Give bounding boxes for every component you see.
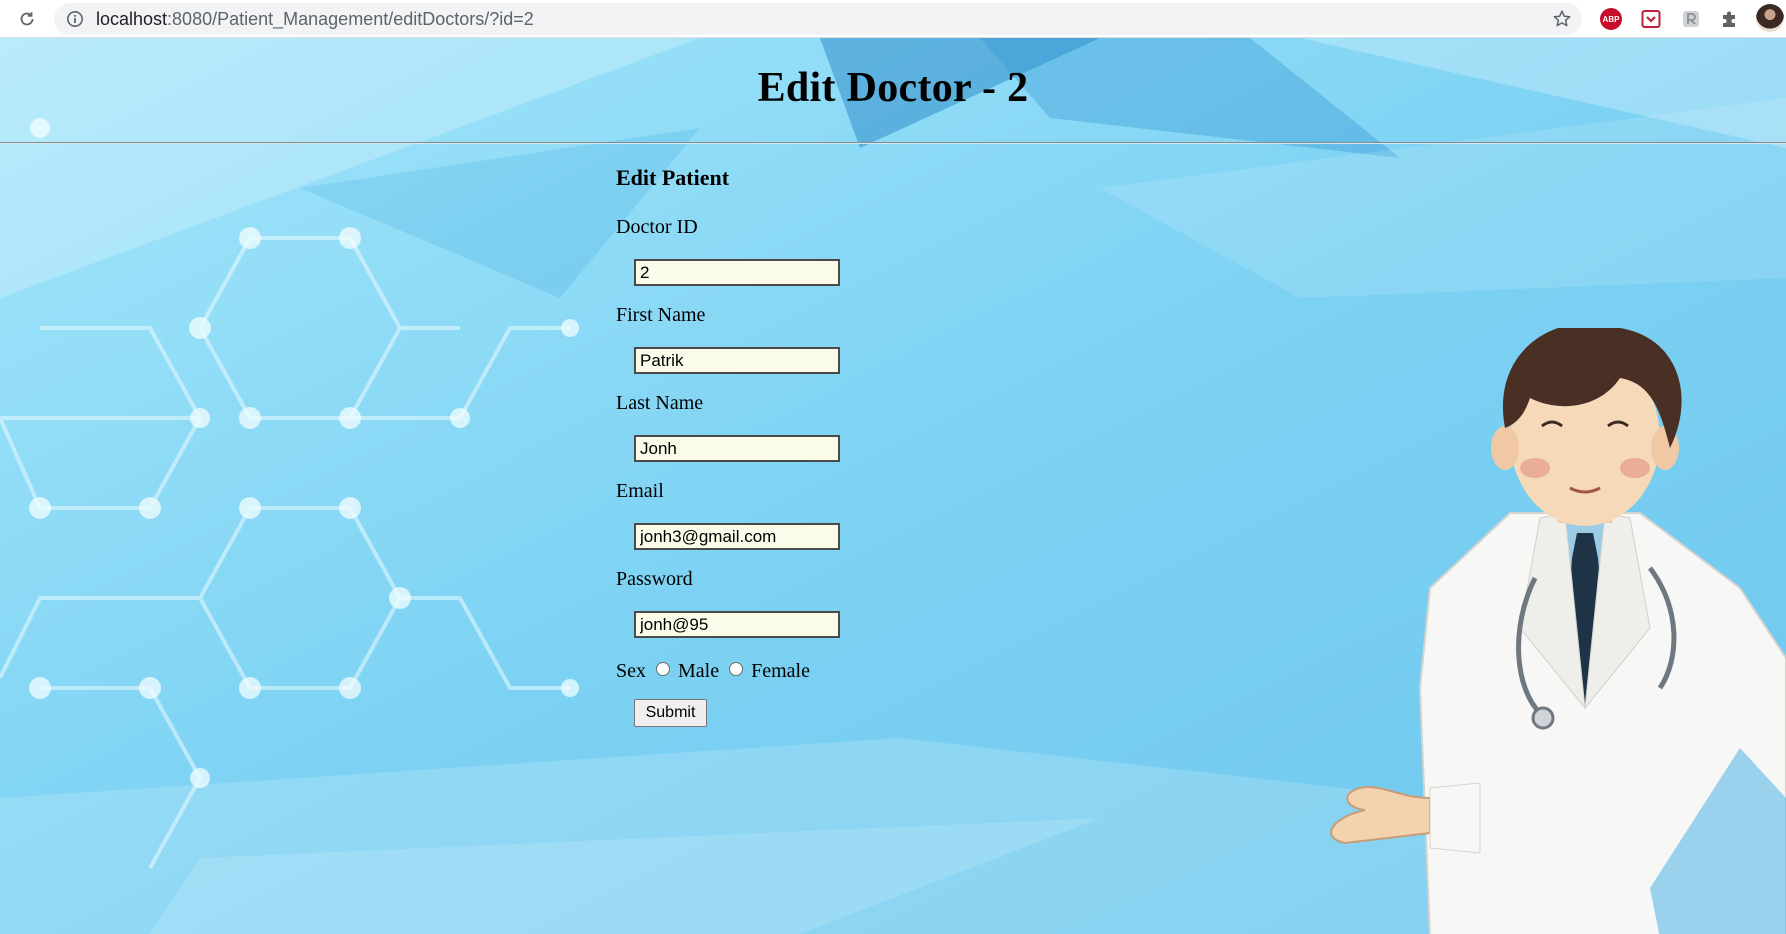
submit-button[interactable]: Submit (634, 699, 707, 727)
male-label[interactable]: Male (678, 660, 719, 683)
email-field[interactable] (634, 523, 840, 550)
reload-icon[interactable] (14, 6, 40, 32)
first-name-label: First Name (616, 304, 706, 326)
puzzle-icon[interactable] (1717, 6, 1743, 32)
page-title: Edit Doctor - 2 (757, 65, 1029, 111)
browser-toolbar: localhost:8080/Patient_Management/editDo… (0, 0, 1786, 38)
page-content: Edit Doctor - 2 Edit Patient Doctor ID F… (0, 38, 1786, 934)
url-text[interactable]: localhost:8080/Patient_Management/editDo… (96, 3, 534, 35)
profile-avatar[interactable] (1756, 4, 1784, 32)
bookmark-star-icon[interactable] (1552, 9, 1572, 29)
url-host: localhost (96, 9, 168, 29)
last-name-field[interactable] (634, 435, 840, 462)
pocket-icon[interactable] (1638, 6, 1664, 32)
doctor-id-field[interactable] (634, 259, 840, 286)
doctor-illustration (1330, 328, 1786, 934)
first-name-field[interactable] (634, 347, 840, 374)
male-radio[interactable] (656, 662, 670, 676)
email-label: Email (616, 480, 664, 502)
sex-row: Sex Male Female (616, 658, 810, 684)
doctor-id-label: Doctor ID (616, 216, 698, 238)
password-label: Password (616, 568, 693, 590)
url-path: :8080/Patient_Management/editDoctors/?id… (167, 9, 534, 29)
divider (0, 142, 1786, 144)
password-field[interactable] (634, 611, 840, 638)
adblock-plus-icon[interactable]: ABP (1598, 6, 1624, 32)
female-radio[interactable] (729, 662, 744, 676)
female-label[interactable]: Female (751, 660, 810, 683)
form-title: Edit Patient (616, 165, 730, 190)
info-icon[interactable] (66, 10, 84, 28)
reader-icon[interactable] (1678, 6, 1704, 32)
last-name-label: Last Name (616, 392, 704, 414)
sex-label: Sex (616, 659, 646, 682)
address-bar[interactable]: localhost:8080/Patient_Management/editDo… (54, 3, 1582, 35)
abp-badge: ABP (1600, 8, 1622, 30)
